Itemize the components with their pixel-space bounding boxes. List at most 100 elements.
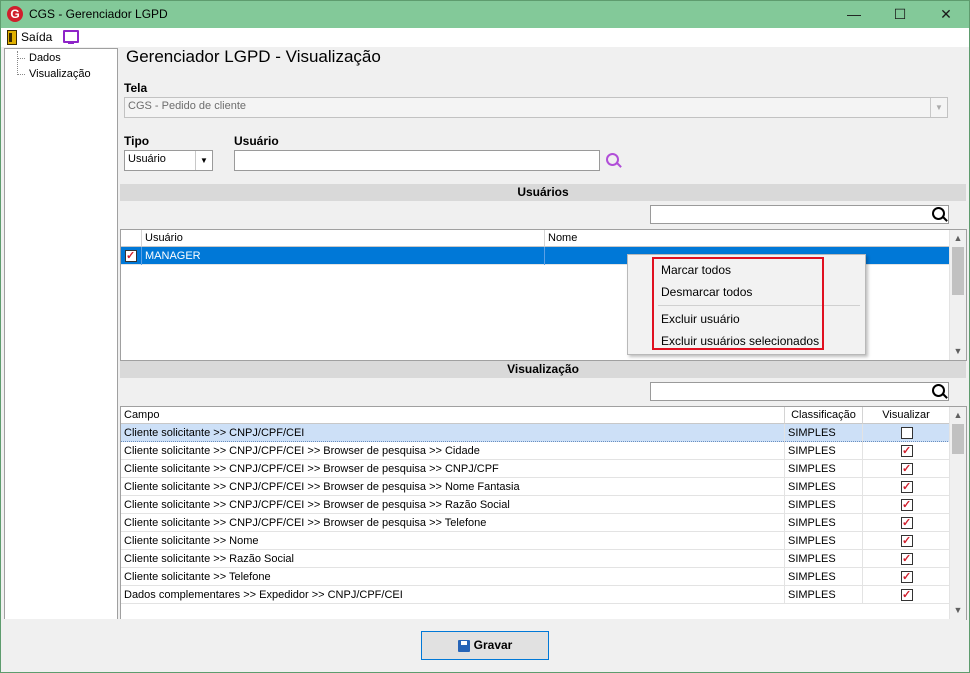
view-col-campo[interactable]: Campo xyxy=(121,407,785,424)
visualizar-checkbox[interactable] xyxy=(901,442,913,460)
menu-bar: Saída xyxy=(1,28,969,47)
classificacao-cell: SIMPLES xyxy=(785,586,863,604)
visualizar-checkbox[interactable] xyxy=(901,427,913,439)
visualizar-cell xyxy=(863,496,950,514)
classificacao-cell: SIMPLES xyxy=(785,514,863,532)
view-section-header: Visualização xyxy=(120,361,966,378)
tree-connector xyxy=(17,51,18,75)
visualizar-checkbox[interactable] xyxy=(901,532,913,550)
table-row[interactable]: Cliente solicitante >> Razão Social SIMPL… xyxy=(121,550,950,568)
visualizar-cell xyxy=(863,586,950,604)
tela-value: CGS - Pedido de cliente xyxy=(128,100,247,112)
users-search-input[interactable] xyxy=(650,205,949,224)
row-checkbox[interactable] xyxy=(125,247,137,265)
visualizar-cell xyxy=(863,478,950,496)
view-search-input[interactable] xyxy=(650,382,949,401)
user-login-cell: MANAGER xyxy=(142,247,545,265)
monitor-icon[interactable] xyxy=(63,30,79,44)
classificacao-cell: SIMPLES xyxy=(785,442,863,460)
app-window: G CGS - Gerenciador LGPD — ☐ ✕ Saída Dad… xyxy=(0,0,970,673)
scroll-thumb[interactable] xyxy=(952,424,964,454)
navigation-tree: Dados Visualização xyxy=(4,48,118,620)
table-row[interactable]: Cliente solicitante >> Telefone SIMPLES xyxy=(121,568,950,586)
table-row[interactable]: Cliente solicitante >> CNPJ/CPF/CEI >> B… xyxy=(121,496,950,514)
scroll-down-icon[interactable]: ▼ xyxy=(950,602,966,618)
view-scrollbar[interactable]: ▲ ▼ xyxy=(949,407,966,619)
row-check-cell xyxy=(121,247,142,265)
visualizar-cell xyxy=(863,550,950,568)
app-logo-icon: G xyxy=(7,6,23,22)
classificacao-cell: SIMPLES xyxy=(785,532,863,550)
visualizar-cell xyxy=(863,424,950,442)
scroll-down-icon[interactable]: ▼ xyxy=(950,343,966,359)
tela-select[interactable]: CGS - Pedido de cliente ▼ xyxy=(124,97,948,118)
context-menu: Marcar todos Desmarcar todos Excluir usu… xyxy=(627,254,866,355)
classificacao-cell: SIMPLES xyxy=(785,478,863,496)
minimize-button[interactable]: — xyxy=(831,1,877,28)
visualizar-checkbox[interactable] xyxy=(901,550,913,568)
view-col-classificacao[interactable]: Classificação xyxy=(785,407,863,424)
table-row[interactable]: Cliente solicitante >> CNPJ/CPF/CEI >> B… xyxy=(121,514,950,532)
users-check-header xyxy=(121,230,142,247)
campo-cell: Cliente solicitante >> Nome xyxy=(121,532,785,550)
tree-connector xyxy=(17,58,25,59)
campo-cell: Cliente solicitante >> CNPJ/CPF/CEI xyxy=(121,424,785,442)
table-row[interactable]: Cliente solicitante >> CNPJ/CPF/CEI >> B… xyxy=(121,478,950,496)
tipo-select[interactable]: Usuário ▼ xyxy=(124,150,213,171)
tree-connector xyxy=(17,74,25,75)
exit-menu-item[interactable]: Saída xyxy=(7,29,52,46)
campo-cell: Cliente solicitante >> CNPJ/CPF/CEI >> B… xyxy=(121,478,785,496)
save-label: Gravar xyxy=(473,638,513,652)
scroll-up-icon[interactable]: ▲ xyxy=(950,407,966,423)
scroll-thumb[interactable] xyxy=(952,247,964,295)
users-section-header: Usuários xyxy=(120,184,966,201)
tela-label: Tela xyxy=(124,81,148,95)
campo-cell: Cliente solicitante >> CNPJ/CPF/CEI >> B… xyxy=(121,460,785,478)
campo-cell: Cliente solicitante >> CNPJ/CPF/CEI >> B… xyxy=(121,442,785,460)
visualizar-checkbox[interactable] xyxy=(901,496,913,514)
classificacao-cell: SIMPLES xyxy=(785,460,863,478)
table-row[interactable]: Dados complementares >> Expedidor >> CNP… xyxy=(121,586,950,604)
visualizar-checkbox[interactable] xyxy=(901,460,913,478)
classificacao-cell: SIMPLES xyxy=(785,496,863,514)
visualizar-checkbox[interactable] xyxy=(901,478,913,496)
visualizar-checkbox[interactable] xyxy=(901,568,913,586)
visualizar-cell xyxy=(863,514,950,532)
usuario-input[interactable] xyxy=(234,150,600,171)
visualizar-cell xyxy=(863,460,950,478)
campo-cell: Dados complementares >> Expedidor >> CNP… xyxy=(121,586,785,604)
table-row[interactable]: Cliente solicitante >> CNPJ/CPF/CEI SIMPL… xyxy=(121,424,950,442)
tree-item-dados[interactable]: Dados xyxy=(29,52,61,64)
tree-item-visualizacao[interactable]: Visualização xyxy=(29,68,91,80)
campo-cell: Cliente solicitante >> CNPJ/CPF/CEI >> B… xyxy=(121,514,785,532)
users-col-usuario[interactable]: Usuário xyxy=(142,230,545,247)
table-row[interactable]: Cliente solicitante >> CNPJ/CPF/CEI >> B… xyxy=(121,442,950,460)
maximize-button[interactable]: ☐ xyxy=(877,1,923,28)
classificacao-cell: SIMPLES xyxy=(785,424,863,442)
exit-label: Saída xyxy=(21,30,53,44)
campo-cell: Cliente solicitante >> Razão Social xyxy=(121,550,785,568)
users-col-nome[interactable]: Nome xyxy=(545,230,950,247)
highlight-outline xyxy=(652,257,824,350)
users-search-icon[interactable] xyxy=(932,207,945,220)
search-icon[interactable] xyxy=(606,153,619,166)
table-row[interactable]: Cliente solicitante >> CNPJ/CPF/CEI >> B… xyxy=(121,460,950,478)
visualizar-checkbox[interactable] xyxy=(901,586,913,604)
chevron-down-icon: ▼ xyxy=(195,151,212,170)
campo-cell: Cliente solicitante >> CNPJ/CPF/CEI >> B… xyxy=(121,496,785,514)
floppy-disk-icon xyxy=(457,639,470,652)
visualizar-cell xyxy=(863,442,950,460)
visualizar-checkbox[interactable] xyxy=(901,514,913,532)
save-button[interactable]: Gravar xyxy=(421,631,549,660)
scroll-up-icon[interactable]: ▲ xyxy=(950,230,966,246)
title-bar: G CGS - Gerenciador LGPD — ☐ ✕ xyxy=(1,1,969,28)
table-row[interactable]: Cliente solicitante >> Nome SIMPLES xyxy=(121,532,950,550)
close-button[interactable]: ✕ xyxy=(923,1,969,28)
view-grid: Campo Classificação Visualizar Cliente s… xyxy=(120,406,967,620)
visualizar-cell xyxy=(863,568,950,586)
view-search-icon[interactable] xyxy=(932,384,945,397)
view-col-visualizar[interactable]: Visualizar xyxy=(863,407,950,424)
visualizar-cell xyxy=(863,532,950,550)
window-title: CGS - Gerenciador LGPD xyxy=(29,7,168,21)
users-scrollbar[interactable]: ▲ ▼ xyxy=(949,230,966,360)
